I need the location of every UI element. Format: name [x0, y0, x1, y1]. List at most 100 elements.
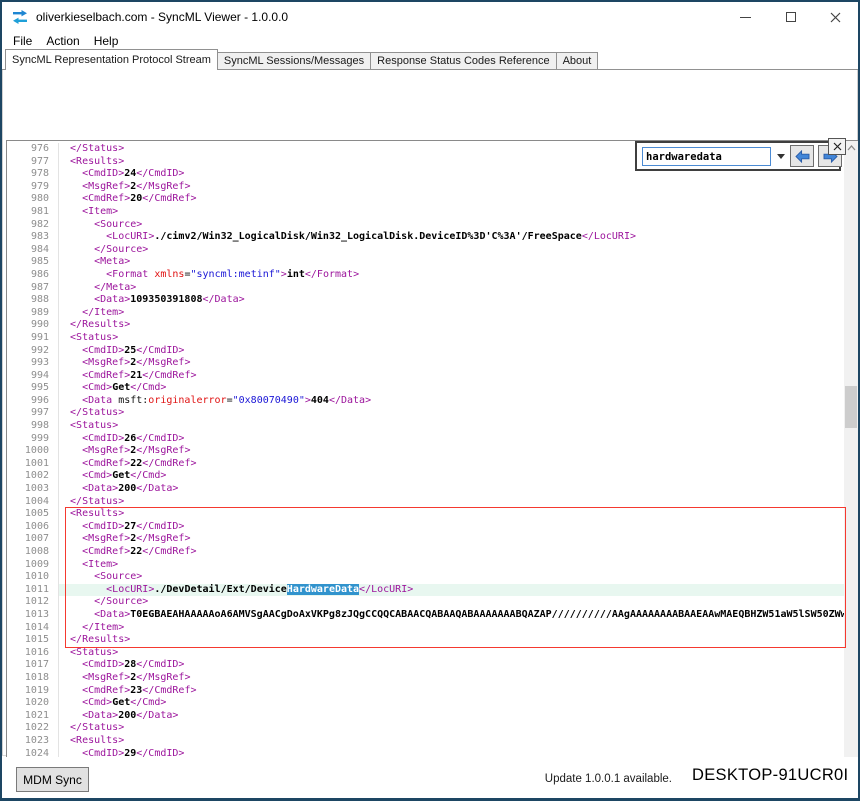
scroll-up-icon[interactable]	[844, 141, 858, 155]
code-line: 983 <LocURI>./cimv2/Win32_LogicalDisk/Wi…	[7, 231, 844, 244]
close-icon	[830, 12, 841, 23]
code-line: 1006 <CmdID>27</CmdID>	[7, 521, 844, 534]
code-line: 991 <Status>	[7, 332, 844, 345]
line-number: 1010	[7, 571, 59, 584]
minimize-icon	[740, 17, 751, 18]
search-panel	[635, 141, 841, 171]
line-number: 1019	[7, 685, 59, 698]
line-number: 997	[7, 407, 59, 420]
code-line: 984 </Source>	[7, 244, 844, 257]
search-close-button[interactable]	[828, 138, 846, 155]
line-number: 1017	[7, 659, 59, 672]
close-button[interactable]	[813, 2, 858, 32]
find-previous-button[interactable]	[790, 145, 814, 167]
code-line: 1017 <CmdID>28</CmdID>	[7, 659, 844, 672]
menu-action[interactable]: Action	[39, 34, 86, 48]
window-title: oliverkieselbach.com - SyncML Viewer - 1…	[36, 2, 288, 32]
device-name: DESKTOP-91UCR0I	[692, 766, 848, 785]
line-number: 1003	[7, 483, 59, 496]
vertical-scroll-thumb[interactable]	[845, 386, 857, 428]
line-number: 988	[7, 294, 59, 307]
code-line: 997 </Status>	[7, 407, 844, 420]
code-line: 1004 </Status>	[7, 496, 844, 509]
mdm-sync-button[interactable]: MDM Sync	[16, 767, 89, 792]
search-dropdown-icon[interactable]	[777, 154, 785, 159]
menu-file[interactable]: File	[6, 34, 39, 48]
line-number: 982	[7, 219, 59, 232]
code-line: 995 <Cmd>Get</Cmd>	[7, 382, 844, 395]
title-bar: oliverkieselbach.com - SyncML Viewer - 1…	[2, 2, 858, 32]
code-line: 1003 <Data>200</Data>	[7, 483, 844, 496]
app-sync-arrows-icon	[12, 9, 28, 25]
line-number: 1011	[7, 584, 59, 597]
code-line: 989 </Item>	[7, 307, 844, 320]
code-line: 1014 </Item>	[7, 622, 844, 635]
code-line: 986 <Format xmlns="syncml:metinf">int</F…	[7, 269, 844, 282]
code-lines: 976 </Status>977 <Results>978 <CmdID>24<…	[7, 141, 844, 772]
line-number: 1002	[7, 470, 59, 483]
code-line: 980 <CmdRef>20</CmdRef>	[7, 193, 844, 206]
minimize-button[interactable]	[723, 2, 768, 32]
line-number: 1006	[7, 521, 59, 534]
maximize-button[interactable]	[768, 2, 813, 32]
line-number: 1022	[7, 722, 59, 735]
line-number: 979	[7, 181, 59, 194]
line-number: 1020	[7, 697, 59, 710]
tab-status-codes[interactable]: Response Status Codes Reference	[370, 52, 556, 70]
line-number: 1004	[7, 496, 59, 509]
line-number: 1008	[7, 546, 59, 559]
code-editor[interactable]: 976 </Status>977 <Results>978 <CmdID>24<…	[6, 140, 859, 789]
maximize-icon	[786, 12, 796, 22]
tab-page: 976 </Status>977 <Results>978 <CmdID>24<…	[2, 70, 858, 756]
line-number: 999	[7, 433, 59, 446]
code-line: 1021 <Data>200</Data>	[7, 710, 844, 723]
line-number: 994	[7, 370, 59, 383]
line-number: 991	[7, 332, 59, 345]
line-number: 1015	[7, 634, 59, 647]
code-line: 1018 <MsgRef>2</MsgRef>	[7, 672, 844, 685]
code-line: 994 <CmdRef>21</CmdRef>	[7, 370, 844, 383]
code-line: 993 <MsgRef>2</MsgRef>	[7, 357, 844, 370]
line-number: 990	[7, 319, 59, 332]
code-line: 1023 <Results>	[7, 735, 844, 748]
vertical-scrollbar[interactable]	[844, 141, 858, 772]
line-number: 1001	[7, 458, 59, 471]
code-line: 1020 <Cmd>Get</Cmd>	[7, 697, 844, 710]
menu-bar: File Action Help	[2, 32, 858, 50]
search-input[interactable]	[642, 147, 771, 166]
line-number: 977	[7, 156, 59, 169]
code-line: 981 <Item>	[7, 206, 844, 219]
line-number: 993	[7, 357, 59, 370]
line-number: 1018	[7, 672, 59, 685]
code-line: 1019 <CmdRef>23</CmdRef>	[7, 685, 844, 698]
tab-about[interactable]: About	[556, 52, 599, 70]
line-number: 987	[7, 282, 59, 295]
menu-help[interactable]: Help	[87, 34, 126, 48]
code-line: 996 <Data msft:originalerror="0x80070490…	[7, 395, 844, 408]
code-line: 1000 <MsgRef>2</MsgRef>	[7, 445, 844, 458]
code-line: 979 <MsgRef>2</MsgRef>	[7, 181, 844, 194]
code-line: 1010 <Source>	[7, 571, 844, 584]
line-number: 976	[7, 143, 59, 156]
line-number: 1016	[7, 647, 59, 660]
code-line: 1008 <CmdRef>22</CmdRef>	[7, 546, 844, 559]
tab-protocol-stream[interactable]: SyncML Representation Protocol Stream	[5, 49, 218, 70]
code-line: 985 <Meta>	[7, 256, 844, 269]
code-line: 1012 </Source>	[7, 596, 844, 609]
code-line: 1013 <Data>T0EGBAEAHAAAAAoA6AMVSgAACgDoA…	[7, 609, 844, 622]
line-number: 996	[7, 395, 59, 408]
code-line: 987 </Meta>	[7, 282, 844, 295]
close-icon	[833, 142, 842, 151]
code-line: 999 <CmdID>26</CmdID>	[7, 433, 844, 446]
app-window: oliverkieselbach.com - SyncML Viewer - 1…	[0, 0, 860, 801]
code-line: 1022 </Status>	[7, 722, 844, 735]
tab-sessions-messages[interactable]: SyncML Sessions/Messages	[217, 52, 371, 70]
line-number: 980	[7, 193, 59, 206]
line-number: 1000	[7, 445, 59, 458]
line-number: 985	[7, 256, 59, 269]
line-number: 1021	[7, 710, 59, 723]
code-line: 1001 <CmdRef>22</CmdRef>	[7, 458, 844, 471]
code-line: 1011 <LocURI>./DevDetail/Ext/DeviceHardw…	[7, 584, 844, 597]
code-line: 1016 <Status>	[7, 647, 844, 660]
code-line: 1007 <MsgRef>2</MsgRef>	[7, 533, 844, 546]
